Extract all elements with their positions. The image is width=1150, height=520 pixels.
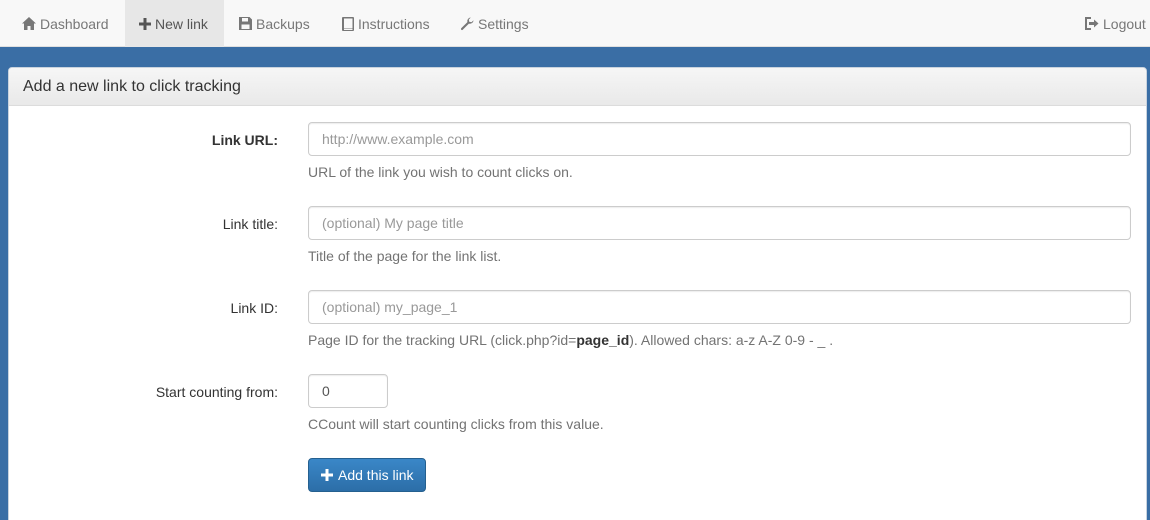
plus-icon <box>139 17 151 30</box>
nav-item-settings[interactable]: Settings <box>446 0 543 47</box>
add-link-panel: Add a new link to click tracking Link UR… <box>8 67 1147 520</box>
plus-icon <box>321 469 333 481</box>
nav-item-instructions[interactable]: Instructions <box>328 0 444 47</box>
nav-item-label: Logout <box>1103 15 1146 32</box>
link-id-input[interactable] <box>308 290 1131 324</box>
panel-title: Add a new link to click tracking <box>9 68 1146 106</box>
link-url-help: URL of the link you wish to count clicks… <box>308 164 573 180</box>
start-count-label: Start counting from: <box>155 384 278 400</box>
add-link-button[interactable]: Add this link <box>308 458 427 492</box>
home-icon <box>22 17 36 30</box>
nav-item-label: Dashboard <box>40 15 109 32</box>
link-title-help: Title of the page for the link list. <box>308 248 502 264</box>
top-navbar: Dashboard New link Backups Instructions … <box>0 0 1150 47</box>
logout-icon <box>1085 17 1099 30</box>
wrench-icon <box>460 17 474 30</box>
start-count-help: CCount will start counting clicks from t… <box>308 416 604 432</box>
link-id-help-bold: page_id <box>576 332 630 348</box>
link-title-label: Link title: <box>222 216 278 232</box>
link-id-help-pre: Page ID for the tracking URL (click.php?… <box>308 332 577 348</box>
link-id-help: Page ID for the tracking URL (click.php?… <box>308 332 833 348</box>
nav-item-new-link[interactable]: New link <box>125 0 224 47</box>
link-id-label: Link ID: <box>230 300 278 316</box>
link-title-input[interactable] <box>308 206 1131 240</box>
logout-link[interactable]: Logout <box>1071 0 1150 47</box>
link-url-input[interactable] <box>308 122 1131 156</box>
save-icon <box>239 17 252 30</box>
nav-item-label: Instructions <box>358 15 430 32</box>
nav-item-label: New link <box>155 15 208 32</box>
nav-item-label: Settings <box>478 15 529 32</box>
start-count-input[interactable] <box>308 374 388 408</box>
book-icon <box>342 16 354 31</box>
link-id-help-post: ). Allowed chars: a-z A-Z 0-9 - _ . <box>629 332 834 348</box>
nav-item-label: Backups <box>256 15 310 32</box>
nav-item-backups[interactable]: Backups <box>225 0 324 47</box>
nav-item-dashboard[interactable]: Dashboard <box>8 0 123 47</box>
add-link-button-label: Add this link <box>338 467 414 483</box>
link-url-label: Link URL: <box>211 132 278 148</box>
